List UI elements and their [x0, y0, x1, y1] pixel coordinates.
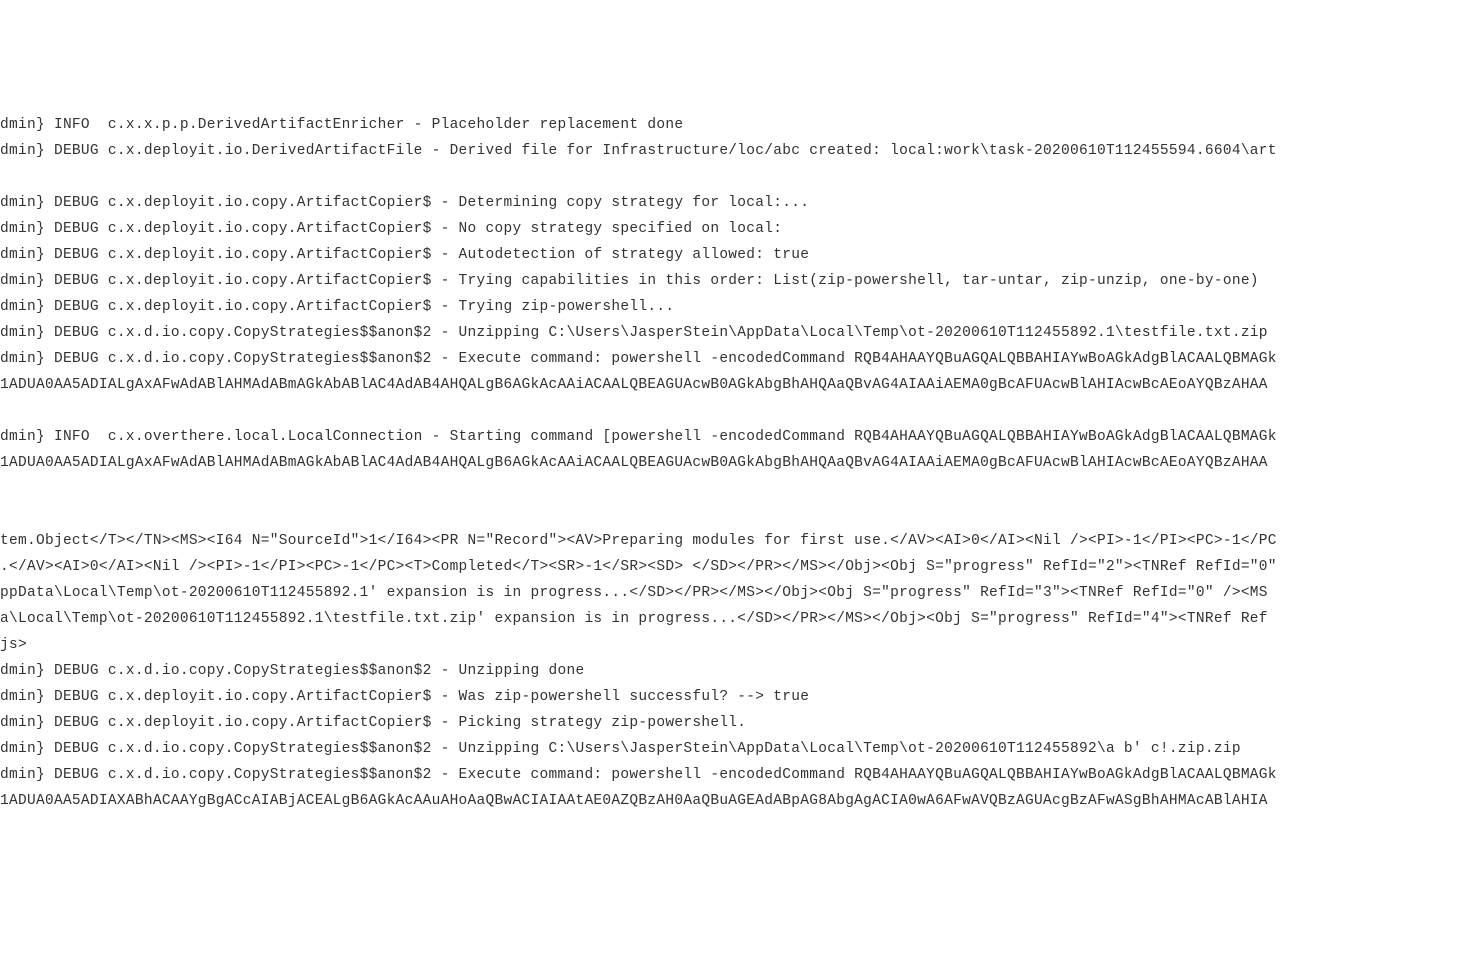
- blank-line: [0, 398, 1480, 424]
- log-line: 1ADUA0AA5ADIAXABhACAAYgBgACcAIABjACEALgB…: [0, 788, 1480, 814]
- log-line: ppData\Local\Temp\ot-20200610T112455892.…: [0, 580, 1480, 606]
- blank-line: [0, 476, 1480, 502]
- log-line: a\Local\Temp\ot-20200610T112455892.1\tes…: [0, 606, 1480, 632]
- log-line: dmin} DEBUG c.x.deployit.io.copy.Artifac…: [0, 710, 1480, 736]
- log-line: dmin} DEBUG c.x.deployit.io.DerivedArtif…: [0, 138, 1480, 164]
- log-line: .</AV><AI>0</AI><Nil /><PI>-1</PI><PC>-1…: [0, 554, 1480, 580]
- log-line: dmin} DEBUG c.x.d.io.copy.CopyStrategies…: [0, 658, 1480, 684]
- log-line: dmin} DEBUG c.x.deployit.io.copy.Artifac…: [0, 216, 1480, 242]
- blank-line: [0, 502, 1480, 528]
- log-line: dmin} INFO c.x.overthere.local.LocalConn…: [0, 424, 1480, 450]
- log-line: dmin} INFO c.x.x.p.p.DerivedArtifactEnri…: [0, 112, 1480, 138]
- log-line: js>: [0, 632, 1480, 658]
- log-line: dmin} DEBUG c.x.deployit.io.copy.Artifac…: [0, 268, 1480, 294]
- log-line: 1ADUA0AA5ADIALgAxAFwAdABlAHMAdABmAGkAbAB…: [0, 372, 1480, 398]
- log-line: 1ADUA0AA5ADIALgAxAFwAdABlAHMAdABmAGkAbAB…: [0, 450, 1480, 476]
- log-output: dmin} INFO c.x.x.p.p.DerivedArtifactEnri…: [0, 112, 1480, 814]
- log-line: dmin} DEBUG c.x.deployit.io.copy.Artifac…: [0, 190, 1480, 216]
- log-line: dmin} DEBUG c.x.d.io.copy.CopyStrategies…: [0, 762, 1480, 788]
- log-line: dmin} DEBUG c.x.d.io.copy.CopyStrategies…: [0, 320, 1480, 346]
- log-line: tem.Object</T></TN><MS><I64 N="SourceId"…: [0, 528, 1480, 554]
- blank-line: [0, 164, 1480, 190]
- log-line: dmin} DEBUG c.x.d.io.copy.CopyStrategies…: [0, 346, 1480, 372]
- log-line: dmin} DEBUG c.x.deployit.io.copy.Artifac…: [0, 684, 1480, 710]
- log-line: dmin} DEBUG c.x.deployit.io.copy.Artifac…: [0, 242, 1480, 268]
- log-line: dmin} DEBUG c.x.deployit.io.copy.Artifac…: [0, 294, 1480, 320]
- log-line: dmin} DEBUG c.x.d.io.copy.CopyStrategies…: [0, 736, 1480, 762]
